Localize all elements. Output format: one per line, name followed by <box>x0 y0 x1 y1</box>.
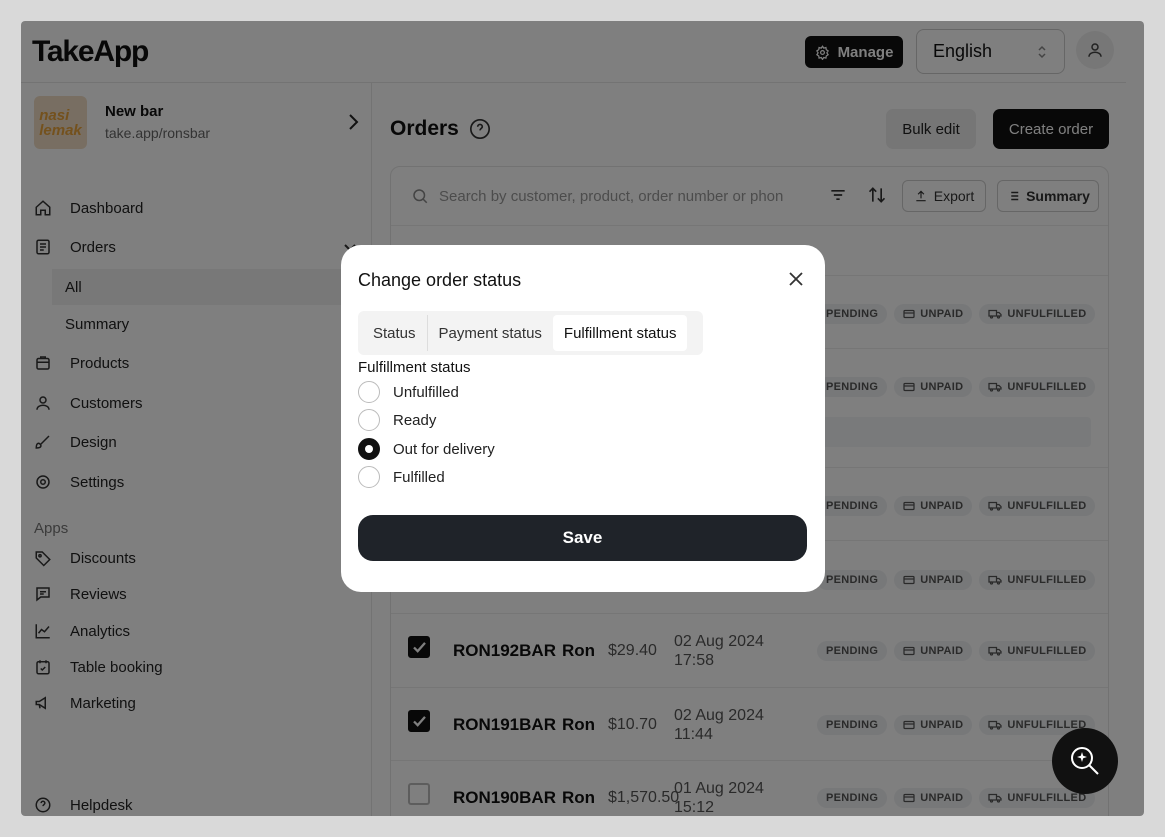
radio-label: Ready <box>393 411 437 429</box>
radio-option-out-for-delivery[interactable]: Out for delivery <box>358 438 495 460</box>
ai-search-button[interactable] <box>1052 728 1118 794</box>
close-icon[interactable] <box>788 271 804 287</box>
tab-status[interactable]: Status <box>362 315 427 351</box>
modal-title: Change order status <box>358 270 522 290</box>
radio-button[interactable] <box>358 409 380 431</box>
tab-payment-status[interactable]: Payment status <box>426 315 553 351</box>
radio-label: Unfulfilled <box>393 383 459 401</box>
radio-button[interactable] <box>358 438 380 460</box>
save-button[interactable]: Save <box>358 515 807 561</box>
tab-fulfillment-status[interactable]: Fulfillment status <box>552 315 688 351</box>
fulfillment-group-label: Fulfillment status <box>358 359 471 376</box>
radio-label: Out for delivery <box>393 440 495 458</box>
radio-option-fulfilled[interactable]: Fulfilled <box>358 466 445 488</box>
change-status-modal: Change order status Status Payment statu… <box>341 245 825 592</box>
sparkle-search-icon <box>1071 747 1099 775</box>
status-tabs: Status Payment status Fulfillment status <box>358 311 703 355</box>
radio-button[interactable] <box>358 381 380 403</box>
radio-option-unfulfilled[interactable]: Unfulfilled <box>358 381 459 403</box>
radio-button[interactable] <box>358 466 380 488</box>
radio-label: Fulfilled <box>393 468 445 486</box>
radio-option-ready[interactable]: Ready <box>358 409 436 431</box>
